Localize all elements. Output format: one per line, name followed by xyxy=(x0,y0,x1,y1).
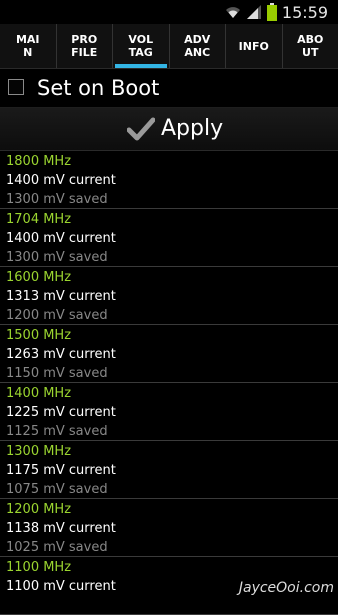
list-item[interactable]: 1500 MHz 1263 mV current 1150 mV saved xyxy=(0,325,338,383)
tab-advanced[interactable]: ADV ANC xyxy=(170,24,227,68)
tab-profile[interactable]: PRO FILE xyxy=(57,24,114,68)
list-item[interactable]: 1300 MHz 1175 mV current 1075 mV saved xyxy=(0,441,338,499)
status-icons: 15:59 xyxy=(225,2,328,22)
status-clock: 15:59 xyxy=(282,3,328,22)
current-voltage: 1138 mV current xyxy=(6,519,338,538)
voltage-list: 1800 MHz 1400 mV current 1300 mV saved 1… xyxy=(0,151,338,615)
wifi-icon xyxy=(225,5,241,19)
frequency-label: 1500 MHz xyxy=(6,326,338,345)
set-on-boot-label: Set on Boot xyxy=(37,76,159,100)
frequency-label: 1100 MHz xyxy=(6,558,338,577)
current-voltage: 1263 mV current xyxy=(6,345,338,364)
saved-voltage: 1025 mV saved xyxy=(6,538,338,557)
list-item[interactable]: 1704 MHz 1400 mV current 1300 mV saved xyxy=(0,209,338,267)
list-item[interactable]: 1600 MHz 1313 mV current 1200 mV saved xyxy=(0,267,338,325)
apply-label: Apply xyxy=(161,116,223,141)
apply-button[interactable]: Apply xyxy=(0,108,338,151)
tab-bar: MAI N PRO FILE VOL TAG ADV ANC INFO ABO … xyxy=(0,24,338,69)
status-bar: 15:59 xyxy=(0,0,338,24)
set-on-boot-row[interactable]: Set on Boot xyxy=(0,69,338,108)
frequency-label: 1800 MHz xyxy=(6,152,338,171)
current-voltage: 1400 mV current xyxy=(6,171,338,190)
current-voltage: 1313 mV current xyxy=(6,287,338,306)
tab-main[interactable]: MAI N xyxy=(0,24,57,68)
list-item[interactable]: 1200 MHz 1138 mV current 1025 mV saved xyxy=(0,499,338,557)
frequency-label: 1704 MHz xyxy=(6,210,338,229)
frequency-label: 1600 MHz xyxy=(6,268,338,287)
list-item[interactable]: 1800 MHz 1400 mV current 1300 mV saved xyxy=(0,151,338,209)
battery-icon xyxy=(267,3,277,21)
list-item[interactable]: 1400 MHz 1225 mV current 1125 mV saved xyxy=(0,383,338,441)
tab-info[interactable]: INFO xyxy=(226,24,283,68)
tab-about[interactable]: ABO UT xyxy=(283,24,338,68)
current-voltage: 1225 mV current xyxy=(6,403,338,422)
frequency-label: 1200 MHz xyxy=(6,500,338,519)
saved-voltage: 1300 mV saved xyxy=(6,190,338,209)
tab-voltage[interactable]: VOL TAG xyxy=(113,24,170,68)
checkmark-icon xyxy=(127,117,155,141)
watermark: JayceOoi.com xyxy=(239,580,334,596)
frequency-label: 1400 MHz xyxy=(6,384,338,403)
signal-icon xyxy=(246,4,262,20)
saved-voltage: 1200 mV saved xyxy=(6,306,338,325)
saved-voltage: 1150 mV saved xyxy=(6,364,338,383)
set-on-boot-checkbox[interactable] xyxy=(8,79,24,95)
saved-voltage: 1300 mV saved xyxy=(6,248,338,267)
saved-voltage: 1075 mV saved xyxy=(6,480,338,499)
current-voltage: 1400 mV current xyxy=(6,229,338,248)
current-voltage: 1175 mV current xyxy=(6,461,338,480)
frequency-label: 1300 MHz xyxy=(6,442,338,461)
saved-voltage: 1125 mV saved xyxy=(6,422,338,441)
